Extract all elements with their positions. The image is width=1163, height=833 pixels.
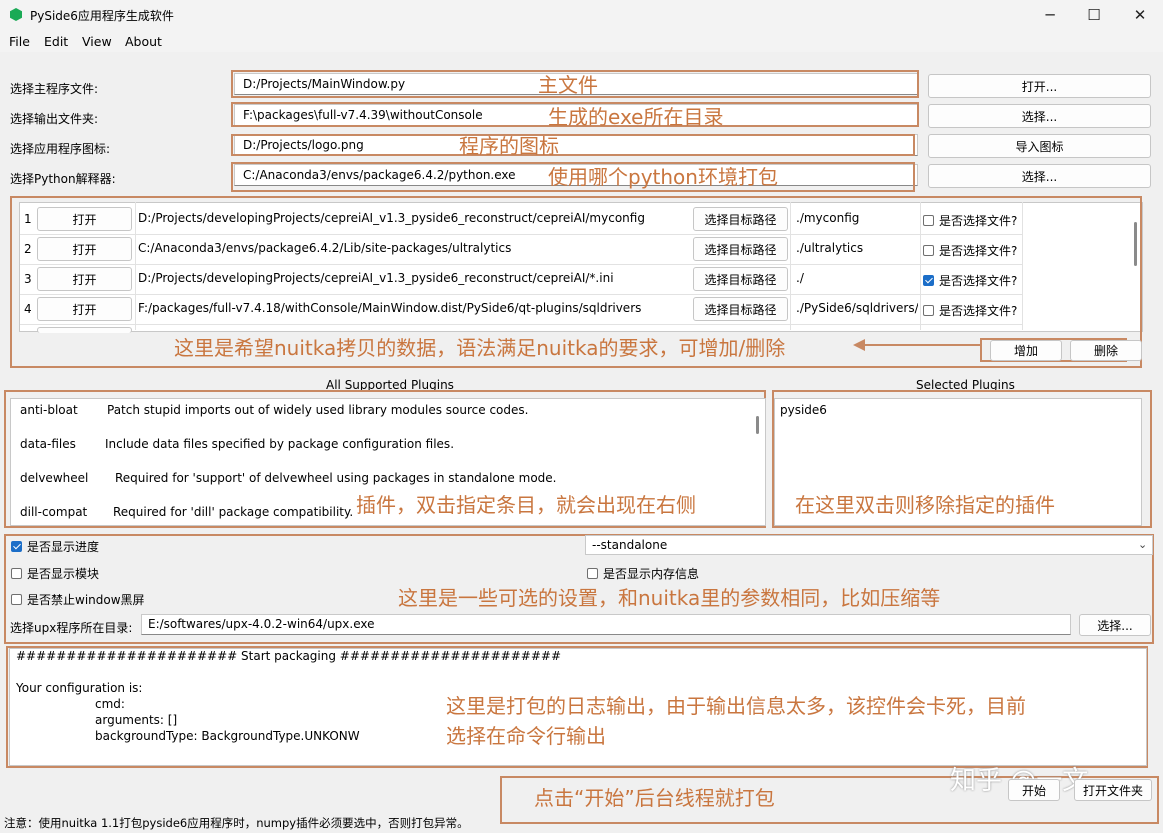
plugin-item[interactable]: anti-bloat	[20, 403, 78, 417]
plugin-item[interactable]: data-files	[20, 437, 76, 451]
mode-select[interactable]: --standalone	[585, 535, 1153, 555]
disable-console-option[interactable]: 是否禁止window黑屏	[11, 591, 145, 608]
annotation-main-file: 主文件	[538, 73, 598, 97]
annotation-data: 这里是希望nuitka拷贝的数据，语法满足nuitka的要求，可增加/删除	[174, 336, 786, 360]
annotation-box-icon	[231, 134, 915, 156]
python-label: 选择Python解释器:	[10, 172, 116, 186]
close-button[interactable]: ✕	[1117, 0, 1163, 30]
plugin-name: delvewheel	[20, 471, 89, 485]
start-button[interactable]: 开始	[1008, 779, 1060, 801]
annotation-plugins-right: 在这里双击则移除指定的插件	[795, 493, 1055, 517]
log-line: ###################### Start packaging #…	[16, 649, 561, 663]
log-line: arguments: []	[95, 713, 178, 727]
annotation-plugins-left: 插件，双击指定条目，就会出现在右侧	[356, 493, 696, 517]
annotation-start: 点击“开始”后台线程就打包	[534, 786, 775, 810]
main-file-label: 选择主程序文件:	[10, 82, 99, 96]
plugin-description: Required for 'support' of delvewheel usi…	[115, 471, 557, 485]
show-progress-label: 是否显示进度	[27, 540, 100, 554]
arrow-left-icon	[853, 339, 865, 351]
annotation-log-line2: 选择在命令行输出	[446, 724, 606, 748]
minimize-button[interactable]: ─	[1027, 0, 1073, 30]
annotation-log-line1: 这里是打包的日志输出，由于输出信息太多，该控件会卡死，目前	[446, 694, 1026, 718]
plugin-description: Required for 'dill' package compatibilit…	[113, 505, 354, 519]
menu-about[interactable]: About	[125, 34, 162, 49]
upx-input[interactable]: E:/softwares/upx-4.0.2-win64/upx.exe	[141, 614, 1071, 635]
annotation-arrow-line	[862, 344, 980, 346]
menu-edit[interactable]: Edit	[44, 34, 68, 49]
disable-console-label: 是否禁止window黑屏	[27, 593, 145, 607]
open-folder-button[interactable]: 打开文件夹	[1074, 779, 1152, 801]
select-output-dir-button[interactable]: 选择...	[928, 104, 1151, 128]
output-dir-label: 选择输出文件夹:	[10, 112, 99, 126]
window-title: PySide6应用程序生成软件	[30, 9, 174, 23]
annotation-options: 这里是一些可选的设置，和nuitka里的参数相同，比如压缩等	[398, 586, 941, 610]
annotation-icon: 程序的图标	[459, 134, 559, 158]
plugin-name: anti-bloat	[20, 403, 78, 417]
show-progress-option[interactable]: 是否显示进度	[11, 538, 99, 555]
plugin-name: dill-compat	[20, 505, 88, 519]
select-upx-button[interactable]: 选择...	[1079, 614, 1151, 636]
disable-console-checkbox[interactable]	[11, 594, 22, 605]
plugins-scrollbar[interactable]	[756, 416, 759, 434]
status-bar-text: 注意：使用nuitka 1.1打包pyside6应用程序时，numpy插件必须要…	[4, 816, 469, 830]
select-python-button[interactable]: 选择...	[928, 164, 1151, 188]
plugin-item[interactable]: delvewheel	[20, 471, 88, 485]
show-progress-checkbox[interactable]	[11, 541, 22, 552]
log-line: backgroundType: BackgroundType.UNKONW	[95, 729, 360, 743]
open-main-file-button[interactable]: 打开...	[928, 74, 1151, 98]
title-bar	[0, 0, 1163, 30]
import-icon-button[interactable]: 导入图标	[928, 134, 1151, 158]
upx-label: 选择upx程序所在目录:	[10, 621, 133, 635]
selected-plugin-item[interactable]: pyside6	[780, 403, 827, 417]
menu-bar	[0, 30, 1163, 52]
log-line: cmd:	[95, 697, 125, 711]
add-row-button[interactable]: 增加	[990, 340, 1062, 361]
annotation-python: 使用哪个python环境打包	[548, 165, 778, 189]
show-modules-checkbox[interactable]	[11, 568, 22, 579]
delete-row-button[interactable]: 删除	[1070, 340, 1142, 361]
plugin-description: Patch stupid imports out of widely used …	[107, 403, 529, 417]
maximize-button[interactable]: ☐	[1071, 0, 1117, 30]
icon-label: 选择应用程序图标:	[10, 142, 111, 156]
menu-file[interactable]: File	[9, 34, 30, 49]
menu-view[interactable]: View	[82, 34, 112, 49]
chevron-down-icon[interactable]: ⌄	[1138, 538, 1147, 551]
show-modules-option[interactable]: 是否显示模块	[11, 565, 99, 582]
mode-select-value: --standalone	[592, 538, 668, 552]
show-modules-label: 是否显示模块	[27, 567, 100, 581]
show-memory-option[interactable]: 是否显示内存信息	[587, 565, 699, 582]
annotation-output-dir: 生成的exe所在目录	[548, 105, 724, 129]
plugin-name: data-files	[20, 437, 76, 451]
plugin-description: Include data files specified by package …	[105, 437, 455, 451]
show-memory-checkbox[interactable]	[587, 568, 598, 579]
show-memory-label: 是否显示内存信息	[603, 567, 700, 581]
plugin-item[interactable]: dill-compat	[20, 505, 87, 519]
log-line: Your configuration is:	[16, 681, 143, 695]
